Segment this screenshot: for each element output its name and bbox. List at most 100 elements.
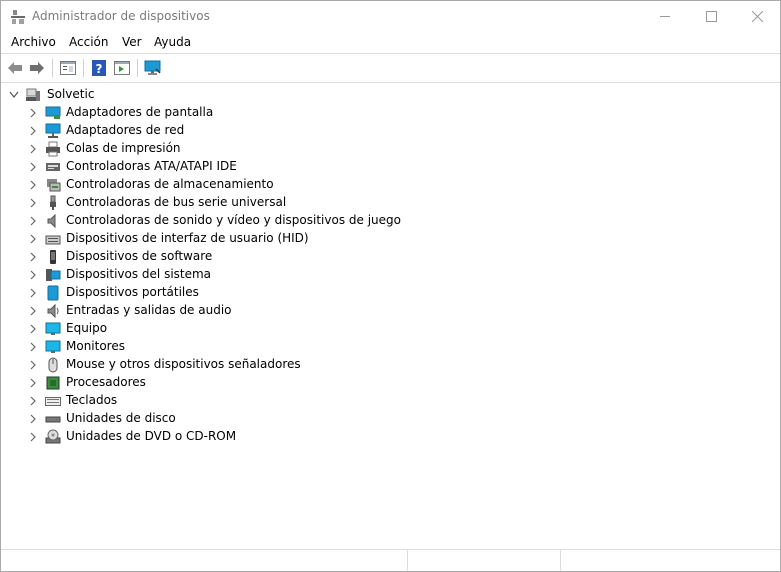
ide-controller-icon — [45, 159, 61, 175]
dvd-icon — [45, 429, 61, 445]
speaker-icon — [45, 213, 61, 229]
tree-item-label: Adaptadores de red — [66, 123, 185, 137]
expand-chevron-icon[interactable] — [28, 377, 38, 389]
expand-chevron-icon[interactable] — [28, 179, 38, 191]
tree-item-label: Unidades de disco — [66, 411, 176, 425]
monitor-icon — [45, 339, 61, 355]
tree-item-label: Colas de impresión — [66, 141, 181, 155]
expand-chevron-icon[interactable] — [28, 323, 38, 335]
tree-item-processor[interactable]: Procesadores — [1, 374, 601, 392]
collapse-chevron-icon[interactable] — [9, 89, 19, 101]
display-adapter-icon — [45, 105, 61, 121]
tree-root-solvetic[interactable]: Solvetic — [1, 86, 601, 104]
minimize-icon — [660, 16, 670, 17]
expand-chevron-icon[interactable] — [28, 161, 38, 173]
storage-controller-icon — [45, 177, 61, 193]
status-bar-section — [407, 550, 561, 571]
expand-chevron-icon[interactable] — [28, 431, 38, 443]
usb-icon — [45, 195, 61, 211]
tree-item-label: Controladoras de sonido y vídeo y dispos… — [66, 213, 401, 227]
tree-item-label: Procesadores — [66, 375, 146, 389]
computer-monitor-icon — [45, 321, 61, 337]
tree-item-usb[interactable]: Controladoras de bus serie universal — [1, 194, 601, 212]
expand-chevron-icon[interactable] — [28, 413, 38, 425]
status-bar — [1, 549, 780, 571]
tree-item-computer-monitor[interactable]: Equipo — [1, 320, 601, 338]
tree-item-label: Adaptadores de pantalla — [66, 105, 214, 119]
minimize-button[interactable] — [642, 1, 688, 32]
keyboard-icon — [45, 393, 61, 409]
tree-item-display-adapter[interactable]: Adaptadores de pantalla — [1, 104, 601, 122]
tree-item-dvd[interactable]: Unidades de DVD o CD-ROM — [1, 428, 601, 446]
tree-item-storage-controller[interactable]: Controladoras de almacenamiento — [1, 176, 601, 194]
tree-item-network-adapter[interactable]: Adaptadores de red — [1, 122, 601, 140]
tree-item-label: Mouse y otros dispositivos señaladores — [66, 357, 301, 371]
menu-bar: Archivo Acción Ver Ayuda — [1, 32, 780, 54]
monitor-scan-icon — [144, 60, 161, 75]
tree-item-label: Dispositivos de software — [66, 249, 213, 263]
scan-hardware-button[interactable] — [143, 58, 163, 78]
expand-chevron-icon[interactable] — [28, 215, 38, 227]
tree-item-ide-controller[interactable]: Controladoras ATA/ATAPI IDE — [1, 158, 601, 176]
tree-item-audio-io[interactable]: Entradas y salidas de audio — [1, 302, 601, 320]
forward-button[interactable] — [27, 58, 47, 78]
expand-chevron-icon[interactable] — [28, 359, 38, 371]
tree-item-label: Dispositivos portátiles — [66, 285, 199, 299]
tree-item-software-device[interactable]: Dispositivos de software — [1, 248, 601, 266]
menu-accion[interactable]: Acción — [69, 35, 108, 49]
tree-item-system-device[interactable]: Dispositivos del sistema — [1, 266, 601, 284]
status-bar-section — [560, 550, 780, 571]
help-button[interactable]: ? — [89, 58, 109, 78]
expand-chevron-icon[interactable] — [28, 197, 38, 209]
device-tree: Solvetic Adaptadores de pantalla Adaptado… — [1, 83, 780, 549]
audio-io-icon — [45, 303, 61, 319]
tree-item-portable-device[interactable]: Dispositivos portátiles — [1, 284, 601, 302]
properties-button[interactable] — [58, 58, 78, 78]
help-icon: ? — [92, 60, 106, 76]
expand-chevron-icon[interactable] — [28, 125, 38, 137]
tree-item-printer[interactable]: Colas de impresión — [1, 140, 601, 158]
tree-item-label: Dispositivos del sistema — [66, 267, 212, 281]
system-device-icon — [45, 267, 61, 283]
mouse-icon — [45, 357, 61, 373]
computer-icon — [25, 87, 41, 103]
tree-item-monitor[interactable]: Monitores — [1, 338, 601, 356]
menu-ayuda[interactable]: Ayuda — [154, 35, 191, 49]
device-manager-app-icon — [10, 9, 26, 25]
device-manager-window: Administrador de dispositivos Archivo Ac… — [0, 0, 781, 572]
title-bar[interactable]: Administrador de dispositivos — [1, 1, 780, 32]
maximize-icon — [705, 11, 717, 22]
expand-chevron-icon[interactable] — [28, 143, 38, 155]
menu-archivo[interactable]: Archivo — [11, 35, 56, 49]
software-device-icon — [45, 249, 61, 265]
toolbar-separator — [83, 59, 84, 77]
tree-item-speaker[interactable]: Controladoras de sonido y vídeo y dispos… — [1, 212, 601, 230]
tree-item-hid[interactable]: Dispositivos de interfaz de usuario (HID… — [1, 230, 601, 248]
back-button[interactable] — [5, 58, 25, 78]
tree-item-label: Equipo — [66, 321, 108, 335]
expand-chevron-icon[interactable] — [28, 269, 38, 281]
tree-item-keyboard[interactable]: Teclados — [1, 392, 601, 410]
close-icon — [751, 11, 763, 22]
expand-chevron-icon[interactable] — [28, 305, 38, 317]
network-adapter-icon — [45, 123, 61, 139]
portable-device-icon — [45, 285, 61, 301]
back-icon — [8, 62, 22, 74]
expand-chevron-icon[interactable] — [28, 251, 38, 263]
expand-chevron-icon[interactable] — [28, 107, 38, 119]
maximize-button[interactable] — [688, 1, 734, 32]
action-pane-button[interactable] — [112, 58, 132, 78]
close-button[interactable] — [734, 1, 780, 32]
expand-chevron-icon[interactable] — [28, 287, 38, 299]
window-title: Administrador de dispositivos — [32, 9, 210, 23]
expand-chevron-icon[interactable] — [28, 341, 38, 353]
expand-chevron-icon[interactable] — [28, 395, 38, 407]
disk-drive-icon — [45, 411, 61, 427]
expand-chevron-icon[interactable] — [28, 233, 38, 245]
tree-item-label: Entradas y salidas de audio — [66, 303, 232, 317]
action-pane-icon — [114, 61, 130, 75]
tree-item-mouse[interactable]: Mouse y otros dispositivos señaladores — [1, 356, 601, 374]
toolbar-separator — [52, 59, 53, 77]
tree-item-disk-drive[interactable]: Unidades de disco — [1, 410, 601, 428]
menu-ver[interactable]: Ver — [122, 35, 142, 49]
